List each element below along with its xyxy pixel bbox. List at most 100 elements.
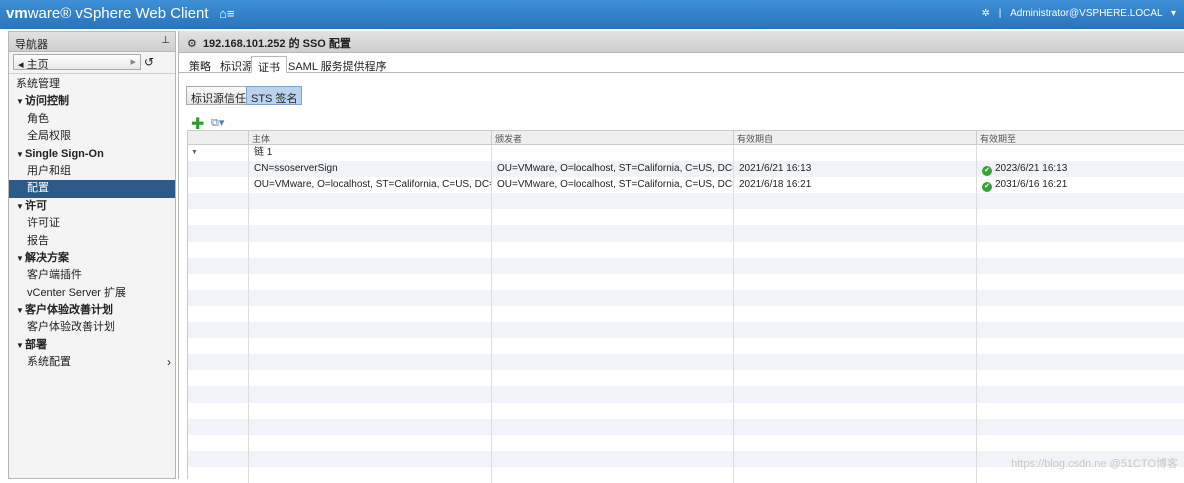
row-gutter [188, 209, 248, 225]
table-cell [248, 241, 491, 258]
sidebar-item[interactable]: 客户体验改善计划 [9, 319, 175, 336]
navigator-header: 导航器 ⊥ [9, 32, 175, 52]
certificate-grid: 主体 颁发者 有效期自 有效期至 ▼ 链 1 CN=ssoserverSign OU=VMw… [187, 130, 1184, 483]
row-gutter [188, 225, 248, 241]
sidebar-item-label: vCenter Server 扩展 [27, 286, 127, 299]
sidebar-item-label: 客户端插件 [27, 269, 82, 282]
table-row[interactable]: OU=VMware, O=localhost, ST=California, C… [188, 177, 1184, 194]
table-cell [248, 418, 491, 435]
navigator-panel: 导航器 ⊥ ◂ 主页 ▸ ↺ 系统管理 ▼访问控制 角色 全局权限 ▼Single Si… [8, 31, 176, 479]
row-gutter [188, 193, 248, 209]
expand-triangle-icon[interactable]: ▼ [16, 93, 25, 110]
home-menu-icon[interactable]: ⌂≡ [219, 6, 234, 21]
sidebar-item[interactable]: 系统配置 › [9, 354, 175, 371]
back-icon[interactable]: ◂ [18, 59, 24, 71]
home-label: 主页 [26, 59, 49, 71]
subtab-item[interactable]: STS 签名 [246, 86, 303, 105]
table-row[interactable]: CN=ssoserverSign OU=VMware, O=localhost, … [188, 161, 1184, 178]
watermark: https://blog.csdn.ne @51CTO博客 [1011, 458, 1178, 470]
table-cell [491, 305, 733, 322]
column-header[interactable]: 颁发者 [491, 131, 733, 145]
sidebar-item[interactable]: 报告 [9, 233, 175, 250]
expand-triangle-icon[interactable]: ▼ [16, 302, 25, 319]
sidebar-item[interactable]: 角色 [9, 111, 175, 128]
tab-item[interactable]: 策略 [183, 56, 217, 73]
table-cell [976, 370, 1184, 387]
table-cell [491, 370, 733, 387]
table-cell [248, 193, 491, 210]
sidebar-item-label: 客户体验改善计划 [27, 321, 115, 334]
cell-text: OU=VMware, O=localhost, ST=California, C… [497, 179, 733, 191]
forward-icon[interactable]: ▸ [130, 55, 136, 68]
table-row [188, 354, 1184, 371]
app-brand: vmware® vSphere Web Client [6, 5, 209, 22]
table-cell [491, 289, 733, 306]
sidebar-item[interactable]: ▼部署 [9, 337, 175, 354]
expand-triangle-icon[interactable]: ▼ [16, 250, 25, 267]
navigator-list: 系统管理 ▼访问控制 角色 全局权限 ▼Single Sign-On 用户和组 配置 ▼许可许… [9, 74, 175, 372]
table-cell [976, 322, 1184, 339]
sidebar-item[interactable]: 用户和组 [9, 163, 175, 180]
refresh-icon[interactable]: ✲ [982, 8, 990, 19]
pin-icon[interactable]: ⊥ [161, 35, 170, 46]
sidebar-item-label: 部署 [25, 338, 47, 351]
sidebar-item[interactable]: 配置 [9, 180, 175, 198]
table-cell [733, 225, 976, 242]
copy-dropdown-icon[interactable]: ⧉▾ [211, 116, 224, 130]
sidebar-item[interactable]: 客户端插件 [9, 267, 175, 284]
row-gutter [188, 274, 248, 290]
table-cell [733, 193, 976, 210]
sidebar-item[interactable]: 全局权限 [9, 128, 175, 145]
collapse-triangle-icon[interactable]: ▼ [191, 145, 198, 161]
table-cell [491, 193, 733, 210]
sidebar-item[interactable]: ▼客户体验改善计划 [9, 302, 175, 319]
table-cell [733, 209, 976, 226]
row-gutter [188, 419, 248, 435]
table-row[interactable]: ▼ 链 1 [188, 145, 1184, 161]
chevron-down-icon[interactable]: ▾ [1171, 8, 1176, 19]
sidebar-item[interactable]: ▼许可 [9, 198, 175, 215]
sidebar-item[interactable]: ▼访问控制 [9, 93, 175, 110]
table-row [188, 322, 1184, 339]
column-header[interactable]: 主体 [248, 131, 491, 145]
sidebar-item-label: 系统配置 [27, 356, 71, 369]
table-cell [248, 257, 491, 274]
table-cell [248, 322, 491, 339]
table-row [188, 305, 1184, 322]
table-cell [733, 241, 976, 258]
column-header[interactable]: 有效期自 [733, 131, 976, 145]
table-cell [491, 338, 733, 355]
table-cell [248, 209, 491, 226]
table-cell [976, 241, 1184, 258]
table-cell [976, 418, 1184, 435]
tab-item[interactable]: SAML 服务提供程序 [282, 56, 393, 73]
table-cell [733, 289, 976, 306]
table-cell [248, 434, 491, 451]
cell-text: 链 1 [254, 147, 273, 158]
column-header[interactable]: 有效期至 [976, 131, 1184, 145]
user-menu[interactable]: Administrator@VSPHERE.LOCAL [1010, 8, 1162, 19]
expand-triangle-icon[interactable]: ▼ [16, 198, 25, 215]
table-row [188, 257, 1184, 274]
table-cell [976, 257, 1184, 274]
table-cell [733, 434, 976, 451]
top-right-area: ✲ | Administrator@VSPHERE.LOCAL ▾ [976, 8, 1176, 19]
chevron-right-icon[interactable]: › [167, 354, 171, 371]
table-cell [733, 386, 976, 403]
table-cell: CN=ssoserverSign [248, 161, 491, 178]
sidebar-item[interactable]: ▼解决方案 [9, 250, 175, 267]
history-icon[interactable]: ↺ [144, 55, 154, 69]
table-cell [976, 434, 1184, 451]
home-breadcrumb[interactable]: ◂ 主页 ▸ [13, 54, 141, 71]
sidebar-item[interactable]: 许可证 [9, 215, 175, 232]
expand-triangle-icon[interactable]: ▼ [16, 337, 25, 354]
cell-text: OU=VMware, O=localhost, ST=California, C… [497, 163, 733, 175]
sidebar-item[interactable]: ▼Single Sign-On [9, 146, 175, 163]
table-cell [491, 434, 733, 451]
top-bar: vmware® vSphere Web Client ⌂≡ ✲ | Admini… [0, 0, 1184, 29]
sidebar-item-label: 客户体验改善计划 [25, 304, 113, 317]
table-cell [733, 145, 976, 161]
sidebar-item[interactable]: vCenter Server 扩展 [9, 285, 175, 302]
sidebar-item-label: 解决方案 [25, 251, 69, 264]
expand-triangle-icon[interactable]: ▼ [16, 146, 25, 163]
